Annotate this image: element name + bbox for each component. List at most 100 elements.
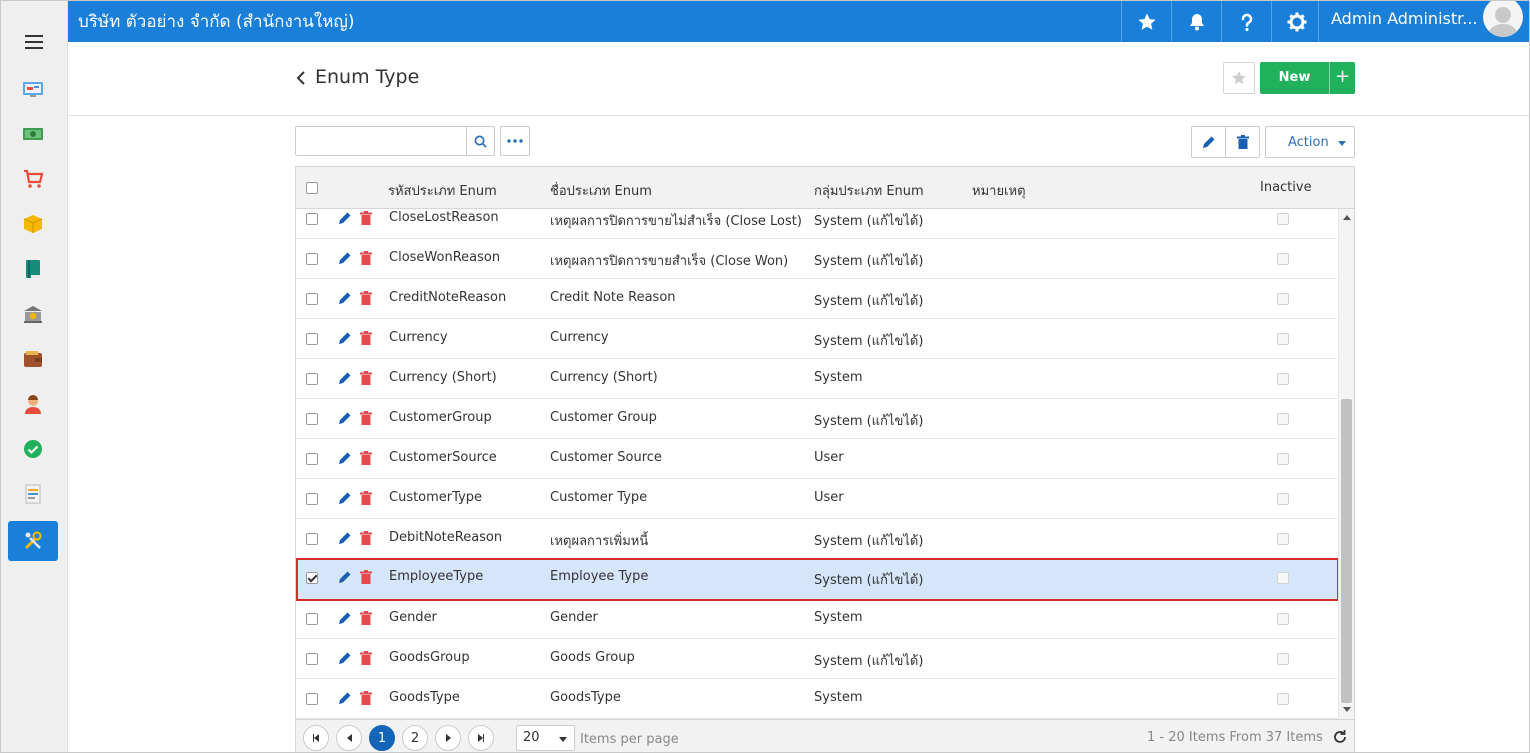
notifications-button[interactable] (1171, 1, 1221, 42)
table-row[interactable]: Gender Gender System (296, 599, 1337, 639)
help-button[interactable] (1221, 1, 1271, 42)
column-header-inactive[interactable]: Inactive (1260, 180, 1312, 195)
row-checkbox[interactable] (306, 653, 318, 665)
pencil-icon[interactable] (338, 331, 352, 345)
trash-icon[interactable] (360, 451, 372, 465)
table-row[interactable]: CustomerGroup Customer Group System (แก้ไข… (296, 399, 1337, 439)
trash-icon[interactable] (360, 291, 372, 305)
user-menu[interactable]: Admin Administr... (1318, 1, 1529, 42)
inactive-checkbox[interactable] (1277, 373, 1289, 385)
row-checkbox[interactable] (306, 613, 318, 625)
trash-icon[interactable] (360, 651, 372, 665)
row-checkbox[interactable] (306, 453, 318, 465)
pencil-icon[interactable] (338, 291, 352, 305)
sidebar-item-money[interactable] (8, 114, 58, 154)
pencil-icon[interactable] (338, 371, 352, 385)
table-row[interactable]: CreditNoteReason Credit Note Reason System… (296, 279, 1337, 319)
sidebar-item-report[interactable] (8, 474, 58, 514)
pencil-icon[interactable] (338, 531, 352, 545)
first-page-button[interactable] (303, 725, 329, 751)
pencil-icon[interactable] (338, 570, 352, 584)
table-row[interactable]: EmployeeType Employee Type System (แก้ไขได… (296, 558, 1339, 601)
edit-selected-button[interactable] (1191, 126, 1226, 158)
new-button[interactable]: New + (1260, 62, 1355, 94)
trash-icon[interactable] (360, 251, 372, 265)
column-header-name[interactable]: ชื่อประเภท Enum (550, 180, 652, 201)
row-checkbox[interactable] (306, 493, 318, 505)
more-options-button[interactable] (500, 126, 530, 156)
new-dropdown-plus-icon[interactable]: + (1329, 62, 1355, 94)
settings-button[interactable] (1271, 1, 1321, 42)
last-page-button[interactable] (468, 725, 494, 751)
inactive-checkbox[interactable] (1277, 213, 1289, 225)
vertical-scrollbar[interactable] (1338, 209, 1354, 719)
trash-icon[interactable] (360, 611, 372, 625)
inactive-checkbox[interactable] (1277, 333, 1289, 345)
table-row[interactable]: CustomerType Customer Type User (296, 479, 1337, 519)
row-checkbox[interactable] (306, 413, 318, 425)
pencil-icon[interactable] (338, 251, 352, 265)
inactive-checkbox[interactable] (1277, 493, 1289, 505)
trash-icon[interactable] (360, 211, 372, 225)
row-checkbox[interactable] (306, 213, 318, 225)
sidebar-item-dashboard[interactable] (8, 69, 58, 109)
pencil-icon[interactable] (338, 211, 352, 225)
hamburger-menu-icon[interactable] (25, 35, 43, 49)
row-checkbox[interactable] (306, 293, 318, 305)
pencil-icon[interactable] (338, 651, 352, 665)
row-checkbox[interactable] (306, 253, 318, 265)
sidebar-item-settings[interactable] (8, 521, 58, 561)
pencil-icon[interactable] (338, 611, 352, 625)
pencil-icon[interactable] (338, 411, 352, 425)
inactive-checkbox[interactable] (1277, 613, 1289, 625)
page-2-button[interactable]: 2 (402, 725, 428, 751)
refresh-icon[interactable] (1332, 729, 1348, 745)
sidebar-item-inventory[interactable] (8, 204, 58, 244)
table-row[interactable]: CloseLostReason เหตุผลการปิดการขายไม่สำเร… (296, 209, 1337, 239)
inactive-checkbox[interactable] (1277, 572, 1289, 584)
row-checkbox[interactable] (306, 373, 318, 385)
inactive-checkbox[interactable] (1277, 293, 1289, 305)
table-row[interactable]: Currency (Short) Currency (Short) System (296, 359, 1337, 399)
scroll-down-icon[interactable] (1343, 707, 1351, 712)
inactive-checkbox[interactable] (1277, 693, 1289, 705)
scrollbar-thumb[interactable] (1341, 399, 1352, 703)
row-checkbox[interactable] (306, 572, 318, 584)
table-row[interactable]: CloseWonReason เหตุผลการปิดการขายสำเร็จ (… (296, 239, 1337, 279)
table-row[interactable]: GoodsType GoodsType System (296, 679, 1337, 719)
table-row[interactable]: DebitNoteReason เหตุผลการเพิ่มหนี้ System … (296, 519, 1337, 559)
sidebar-item-cart[interactable] (8, 159, 58, 199)
pencil-icon[interactable] (338, 451, 352, 465)
inactive-checkbox[interactable] (1277, 453, 1289, 465)
sidebar-item-bank[interactable] (8, 294, 58, 334)
avatar[interactable] (1483, 1, 1523, 37)
sidebar-item-wallet[interactable] (8, 339, 58, 379)
select-all-checkbox[interactable] (306, 182, 318, 194)
row-checkbox[interactable] (306, 693, 318, 705)
trash-icon[interactable] (360, 570, 372, 584)
inactive-checkbox[interactable] (1277, 653, 1289, 665)
column-header-code[interactable]: รหัสประเภท Enum (388, 180, 497, 201)
prev-page-button[interactable] (336, 725, 362, 751)
table-row[interactable]: CustomerSource Customer Source User (296, 439, 1337, 479)
trash-icon[interactable] (360, 331, 372, 345)
scroll-up-icon[interactable] (1343, 215, 1351, 220)
trash-icon[interactable] (360, 491, 372, 505)
table-row[interactable]: GoodsGroup Goods Group System (แก้ไขได้) (296, 639, 1337, 679)
row-checkbox[interactable] (306, 533, 318, 545)
items-per-page-select[interactable]: 20 (516, 725, 575, 751)
back-chevron-icon[interactable] (294, 70, 308, 86)
inactive-checkbox[interactable] (1277, 413, 1289, 425)
search-input[interactable] (296, 127, 466, 155)
delete-selected-button[interactable] (1225, 126, 1260, 158)
pencil-icon[interactable] (338, 691, 352, 705)
add-favorite-button[interactable] (1223, 62, 1255, 94)
favorites-button[interactable] (1121, 1, 1171, 42)
page-1-button[interactable]: 1 (369, 725, 395, 751)
column-header-group[interactable]: กลุ่มประเภท Enum (814, 180, 924, 201)
row-checkbox[interactable] (306, 333, 318, 345)
trash-icon[interactable] (360, 531, 372, 545)
trash-icon[interactable] (360, 371, 372, 385)
search-button[interactable] (466, 127, 494, 155)
inactive-checkbox[interactable] (1277, 253, 1289, 265)
